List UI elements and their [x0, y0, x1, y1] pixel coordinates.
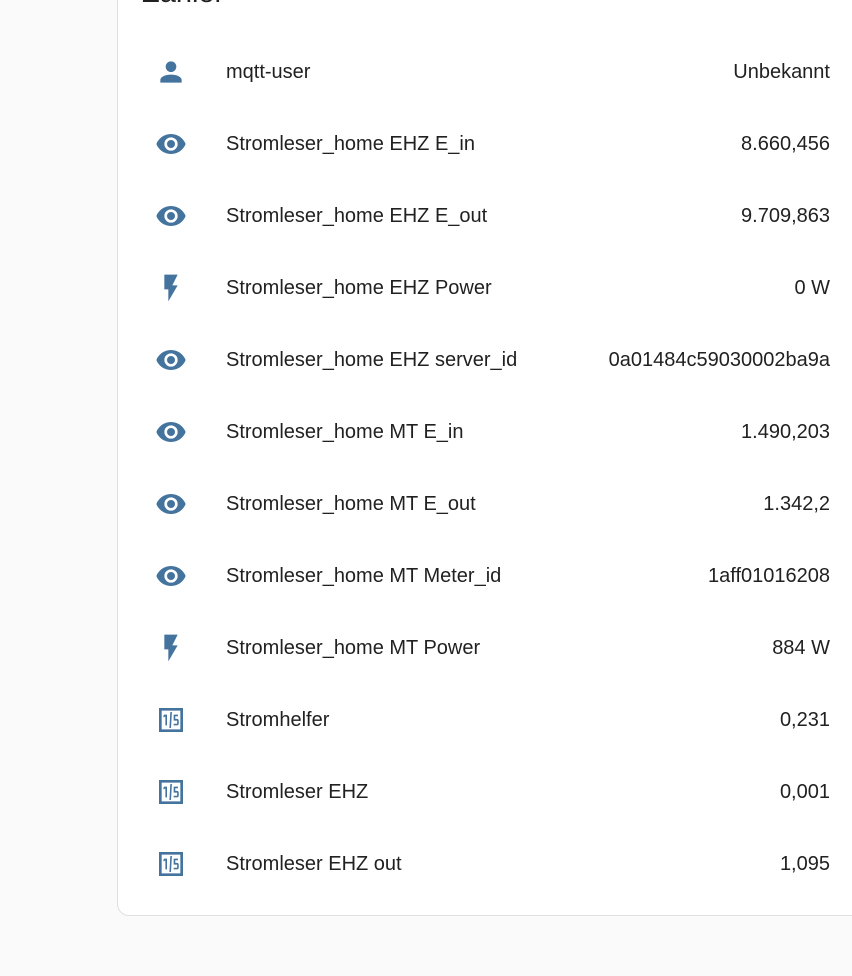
entity-state: 8.660,456 [741, 132, 830, 155]
entity-row[interactable]: Stromleser_home MT Meter_id 1aff01016208 [118, 540, 852, 612]
entity-row[interactable]: mqtt-user Unbekannt [118, 36, 852, 108]
eye-icon [155, 488, 187, 520]
entity-state: 884 W [772, 636, 830, 659]
entity-row[interactable]: Stromleser_home EHZ E_in 8.660,456 [118, 108, 852, 180]
card-title: Zähler [142, 0, 224, 11]
entities-card: Zähler mqtt-user Unbekannt Stromleser_home… [117, 0, 852, 916]
entity-row[interactable]: Stromleser_home EHZ E_out 9.709,863 [118, 180, 852, 252]
eye-icon [155, 560, 187, 592]
numeric-box-icon [155, 848, 187, 880]
entity-name: mqtt-user [226, 60, 311, 83]
entity-row[interactable]: Stromleser_home MT E_out 1.342,2 [118, 468, 852, 540]
entity-name: Stromleser EHZ [226, 780, 369, 803]
entity-name: Stromleser_home EHZ E_in [226, 132, 475, 155]
entity-state: 1,095 [779, 852, 830, 875]
entity-state: 1aff01016208 [708, 564, 830, 587]
eye-icon [155, 128, 187, 160]
entity-name: Stromleser_home EHZ Power [226, 276, 492, 299]
entity-row[interactable]: Stromleser_home EHZ Power 0 W [118, 252, 852, 324]
entity-row[interactable]: Stromleser_home MT E_in 1.490,203 [118, 396, 852, 468]
entity-name: Stromleser_home EHZ server_id [226, 348, 518, 371]
entity-row[interactable]: Stromleser_home MT Power 884 W [118, 612, 852, 684]
flash-icon [155, 632, 187, 664]
entity-name: Stromleser_home EHZ E_out [226, 204, 488, 227]
entity-row[interactable]: Stromhelfer 0,231 [118, 684, 852, 756]
flash-icon [155, 272, 187, 304]
entity-state: 0,231 [779, 708, 830, 731]
entity-row[interactable]: Stromleser EHZ out 1,095 [118, 828, 852, 900]
entity-state: Unbekannt [733, 60, 830, 83]
entity-state: 0 W [794, 276, 830, 299]
entity-state: 0,001 [779, 780, 830, 803]
entity-name: Stromleser_home MT Power [226, 636, 481, 659]
entity-list: mqtt-user Unbekannt Stromleser_home EHZ E_… [118, 36, 852, 900]
eye-icon [155, 200, 187, 232]
entity-state: 9.709,863 [741, 204, 830, 227]
entity-row[interactable]: Stromleser EHZ 0,001 [118, 756, 852, 828]
numeric-box-icon [155, 704, 187, 736]
entity-state: 1.342,2 [763, 492, 830, 515]
account-icon [155, 56, 187, 88]
entity-name: Stromleser_home MT E_out [226, 492, 476, 515]
eye-icon [155, 416, 187, 448]
entity-name: Stromhelfer [226, 708, 330, 731]
entity-state: 1.490,203 [741, 420, 830, 443]
eye-icon [155, 344, 187, 376]
entity-name: Stromleser EHZ out [226, 852, 402, 875]
numeric-box-icon [155, 776, 187, 808]
entity-row[interactable]: Stromleser_home EHZ server_id 0a01484c590… [118, 324, 852, 396]
entity-name: Stromleser_home MT Meter_id [226, 564, 502, 587]
entity-state: 0a01484c59030002ba9a [608, 348, 830, 371]
entity-name: Stromleser_home MT E_in [226, 420, 464, 443]
